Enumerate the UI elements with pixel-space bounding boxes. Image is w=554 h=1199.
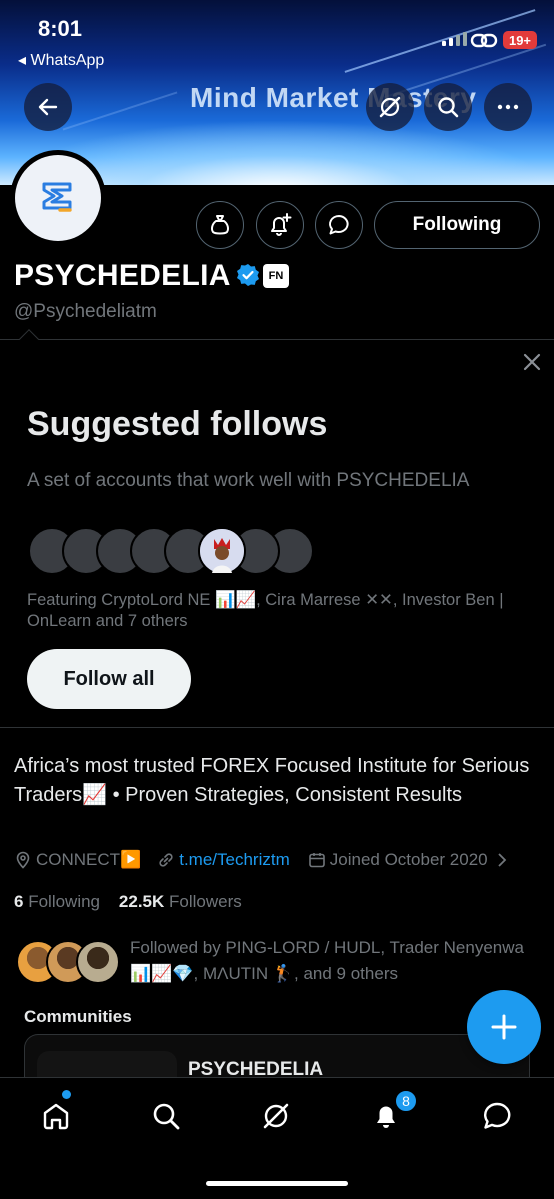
signal-icon	[442, 32, 467, 46]
brand-logo-icon	[42, 182, 72, 212]
money-bag-icon	[211, 215, 229, 235]
home-indicator	[206, 1181, 348, 1186]
follower-avatar	[76, 940, 120, 984]
suggested-featuring-text: Featuring CryptoLord NE 📊📈, Cira Marrese…	[27, 591, 504, 630]
plus-icon	[491, 1014, 517, 1040]
profile-joined-date: Joined October 2020	[329, 850, 488, 869]
compose-button[interactable]	[467, 990, 541, 1064]
divider	[0, 339, 554, 340]
communities-label: Communities	[24, 1007, 132, 1026]
notify-button[interactable]	[256, 201, 304, 249]
nav-grok[interactable]	[256, 1096, 296, 1136]
notification-count-badge: 8	[394, 1089, 418, 1113]
location-icon	[14, 851, 32, 869]
followed-by-text[interactable]: Followed by PING-LORD / HUDL, Trader Nen…	[130, 935, 540, 987]
profile-avatar[interactable]	[10, 150, 106, 246]
following-count-link[interactable]: 6 Following	[14, 892, 100, 911]
search-button[interactable]	[424, 83, 472, 131]
following-count: 6	[14, 892, 24, 911]
back-button[interactable]	[24, 83, 72, 131]
battery-indicator: 19+	[503, 31, 537, 49]
grok-icon	[379, 96, 401, 118]
close-icon[interactable]	[520, 350, 544, 374]
following-label: Following	[28, 892, 101, 911]
divider	[0, 727, 554, 728]
message-icon	[483, 1102, 511, 1129]
profile-website-link[interactable]: t.me/Techriztm	[179, 850, 290, 870]
followers-count-link[interactable]: 22.5K Followers	[119, 892, 242, 911]
nav-messages[interactable]	[477, 1096, 517, 1136]
home-icon	[43, 1103, 69, 1130]
profile-location: CONNECT▶️	[36, 850, 142, 869]
follow-counts: 6 Following 22.5K Followers	[14, 892, 242, 912]
affiliate-badge[interactable]: FN	[263, 264, 289, 288]
chain-link-icon	[470, 30, 498, 57]
followers-count: 22.5K	[118, 892, 165, 911]
verified-icon	[237, 264, 259, 286]
follow-all-button[interactable]: Follow all	[27, 649, 191, 709]
message-button[interactable]	[315, 201, 363, 249]
status-bar: 8:01 ◂ WhatsApp 19+	[0, 0, 554, 70]
following-button[interactable]: Following	[374, 201, 540, 249]
link-icon	[157, 851, 175, 869]
suggestion-caret	[19, 329, 39, 349]
tip-button[interactable]	[196, 201, 244, 249]
suggested-avatar-photo	[198, 527, 246, 575]
status-time: 8:01	[38, 16, 83, 41]
home-new-indicator	[62, 1090, 71, 1099]
notification-add-icon	[271, 213, 292, 236]
more-button[interactable]	[484, 83, 532, 131]
message-icon	[329, 215, 349, 235]
calendar-icon	[308, 851, 326, 869]
suggested-follows-subtitle: A set of accounts that work well with PS…	[27, 470, 470, 491]
suggested-follows-title: Suggested follows	[27, 405, 328, 443]
nav-home[interactable]	[36, 1096, 76, 1136]
grok-icon	[263, 1103, 289, 1129]
more-icon	[497, 104, 519, 110]
profile-meta: CONNECT▶️ t.me/Techriztm Joined October …	[14, 848, 512, 872]
back-to-app-link[interactable]: ◂ WhatsApp	[18, 50, 104, 70]
suggested-avatars[interactable]	[28, 527, 318, 575]
profile-name: PSYCHEDELIA	[14, 259, 231, 292]
profile-handle: @Psychedeliatm	[14, 301, 157, 322]
nav-search[interactable]	[146, 1096, 186, 1136]
search-icon	[438, 97, 459, 118]
search-icon	[153, 1103, 180, 1130]
grok-button[interactable]	[366, 83, 414, 131]
profile-bio: Africa’s most trusted FOREX Focused Inst…	[14, 755, 530, 806]
chevron-right-icon[interactable]	[496, 852, 508, 868]
followed-by-avatars[interactable]	[16, 940, 126, 986]
back-arrow-icon	[38, 98, 58, 116]
followers-label: Followers	[169, 892, 242, 911]
